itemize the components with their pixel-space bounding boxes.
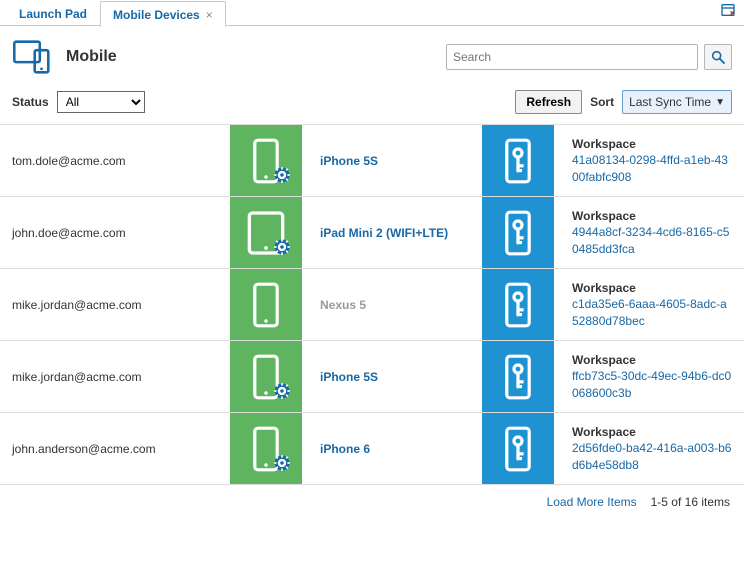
refresh-button[interactable]: Refresh (515, 90, 582, 114)
workspace-tile[interactable] (482, 125, 554, 196)
device-list: tom.dole@acme.comiPhone 5SWorkspace41a08… (0, 124, 744, 485)
close-tab-icon[interactable]: × (206, 8, 213, 22)
tab-launch-pad[interactable]: Launch Pad (6, 0, 100, 26)
load-more-link[interactable]: Load More Items (547, 495, 637, 509)
sort-value: Last Sync Time (629, 95, 711, 109)
workspace-label: Workspace (572, 136, 744, 152)
workspace-cell: Workspace4944a8cf-3234-4cd6-8165-c50485d… (554, 197, 744, 268)
workspace-id[interactable]: c1da35e6-6aaa-4605-8adc-a52880d78bec (572, 296, 732, 328)
status-select[interactable]: All (57, 91, 145, 113)
device-tile[interactable] (230, 197, 302, 268)
workspace-id[interactable]: 41a08134-0298-4ffd-a1eb-4300fabfc908 (572, 152, 732, 184)
user-email: john.doe@acme.com (0, 197, 230, 268)
device-tile[interactable] (230, 269, 302, 340)
gear-icon (272, 453, 292, 476)
device-tile[interactable] (230, 125, 302, 196)
device-name[interactable]: iPad Mini 2 (WIFI+LTE) (302, 197, 482, 268)
workspace-label: Workspace (572, 208, 744, 224)
search-input[interactable] (446, 44, 698, 70)
tab-mobile-devices[interactable]: Mobile Devices × (100, 1, 226, 27)
status-label: Status (12, 95, 49, 109)
device-tile[interactable] (230, 341, 302, 412)
mobile-devices-icon (12, 40, 54, 74)
gear-icon (272, 165, 292, 188)
user-email: mike.jordan@acme.com (0, 341, 230, 412)
tab-bar: Launch Pad Mobile Devices × (0, 0, 744, 26)
workspace-cell: Workspaceffcb73c5-30dc-49ec-94b6-dc00686… (554, 341, 744, 412)
user-email: tom.dole@acme.com (0, 125, 230, 196)
workspace-tile[interactable] (482, 269, 554, 340)
device-row: john.anderson@acme.com iPhone 6 Workspace2… (0, 413, 744, 485)
tab-label: Mobile Devices (113, 8, 200, 22)
sort-label: Sort (590, 95, 614, 109)
workspace-label: Workspace (572, 352, 744, 368)
device-name[interactable]: iPhone 5S (302, 125, 482, 196)
device-name[interactable]: iPhone 6 (302, 413, 482, 484)
close-panel-icon[interactable] (720, 2, 736, 18)
workspace-tile[interactable] (482, 413, 554, 484)
device-row: john.doe@acme.com iPad Mini 2 (WIFI+LTE) W… (0, 197, 744, 269)
gear-icon (272, 237, 292, 260)
workspace-cell: Workspace2d56fde0-ba42-416a-a003-b6d6b4e… (554, 413, 744, 484)
workspace-tile[interactable] (482, 341, 554, 412)
user-email: john.anderson@acme.com (0, 413, 230, 484)
device-row: mike.jordan@acme.com Nexus 5 Workspacec1da… (0, 269, 744, 341)
device-row: tom.dole@acme.com iPhone 5S Workspace41a08… (0, 125, 744, 197)
workspace-id[interactable]: 4944a8cf-3234-4cd6-8165-c50485dd3fca (572, 224, 732, 256)
workspace-id[interactable]: 2d56fde0-ba42-416a-a003-b6d6b4e58db8 (572, 440, 732, 472)
workspace-id[interactable]: ffcb73c5-30dc-49ec-94b6-dc0068600c3b (572, 368, 732, 400)
workspace-cell: Workspacec1da35e6-6aaa-4605-8adc-a52880d… (554, 269, 744, 340)
sort-select[interactable]: Last Sync Time ▼ (622, 90, 732, 114)
workspace-cell: Workspace41a08134-0298-4ffd-a1eb-4300fab… (554, 125, 744, 196)
chevron-down-icon: ▼ (715, 97, 725, 108)
device-name[interactable]: Nexus 5 (302, 269, 482, 340)
device-row: mike.jordan@acme.com iPhone 5S Workspaceff… (0, 341, 744, 413)
workspace-tile[interactable] (482, 197, 554, 268)
page-title: Mobile (66, 48, 117, 66)
gear-icon (272, 381, 292, 404)
workspace-label: Workspace (572, 424, 744, 440)
device-name[interactable]: iPhone 5S (302, 341, 482, 412)
user-email: mike.jordan@acme.com (0, 269, 230, 340)
search-button[interactable] (704, 44, 732, 70)
device-tile[interactable] (230, 413, 302, 484)
list-footer: Load More Items 1-5 of 16 items (0, 485, 744, 519)
item-range: 1-5 of 16 items (651, 495, 730, 509)
tab-label: Launch Pad (19, 7, 87, 21)
workspace-label: Workspace (572, 280, 744, 296)
